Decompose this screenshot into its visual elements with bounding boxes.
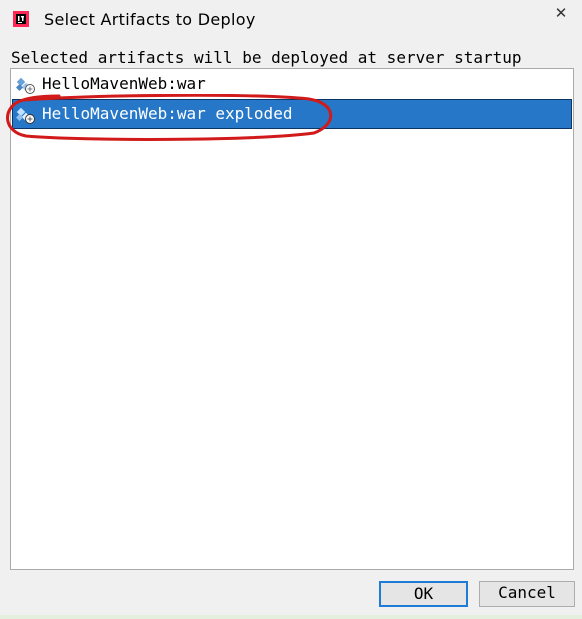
artifact-list[interactable]: HelloMavenWeb:war HelloMavenWeb:war expl…	[10, 68, 574, 570]
dialog-window: { "window": { "title": "Select Artifacts…	[0, 0, 582, 619]
web-artifact-icon	[16, 107, 35, 124]
ok-button[interactable]: OK	[379, 581, 468, 607]
window-title: Select Artifacts to Deploy	[44, 10, 256, 29]
artifact-label: HelloMavenWeb:war	[42, 74, 206, 93]
description-label: Selected artifacts will be deployed at s…	[11, 48, 522, 67]
window-bottom-edge	[0, 615, 582, 619]
artifact-item-war-exploded[interactable]: HelloMavenWeb:war exploded	[12, 99, 572, 129]
intellij-idea-icon	[13, 11, 29, 27]
artifact-label: HelloMavenWeb:war exploded	[42, 104, 293, 123]
title-bar: Select Artifacts to Deploy ✕	[0, 0, 582, 40]
cancel-button[interactable]: Cancel	[479, 581, 575, 607]
artifact-item-war[interactable]: HelloMavenWeb:war	[12, 69, 572, 99]
close-icon[interactable]: ✕	[552, 4, 570, 22]
web-artifact-icon	[16, 77, 35, 94]
